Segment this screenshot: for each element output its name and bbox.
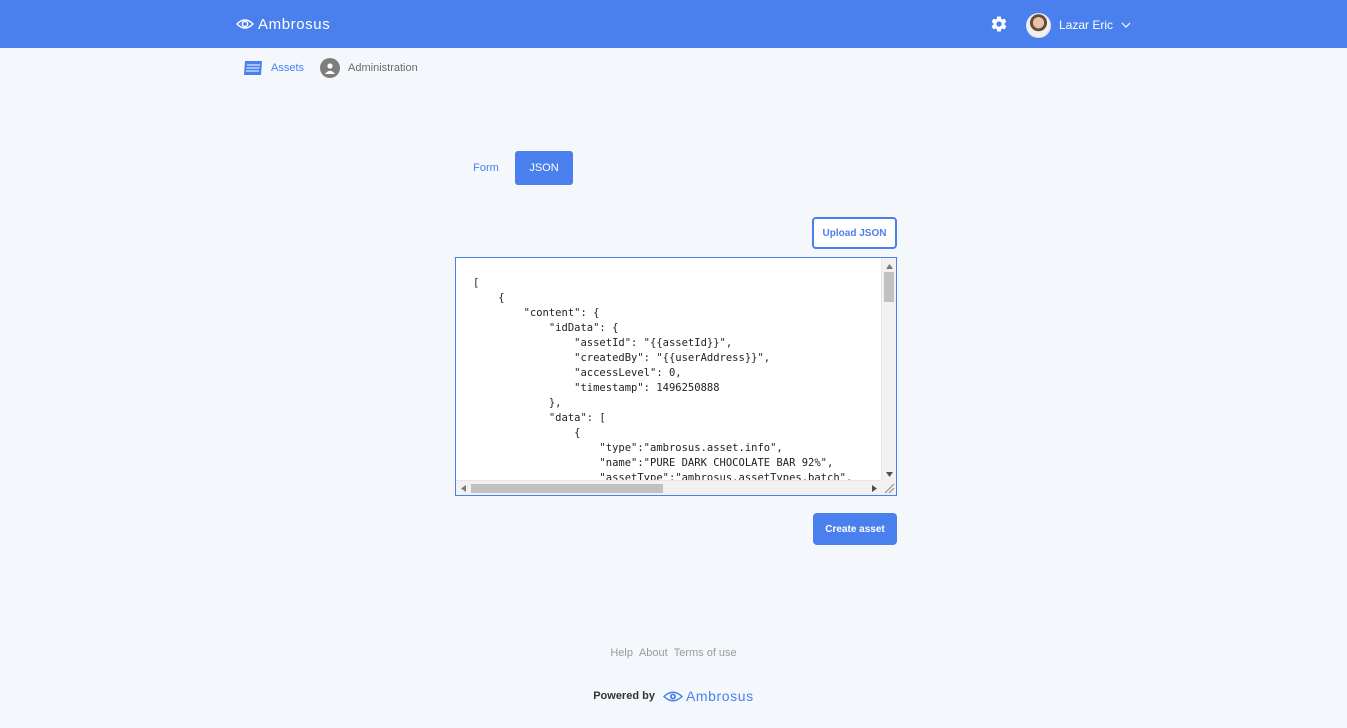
horizontal-scroll-thumb[interactable] bbox=[471, 484, 663, 493]
vertical-scrollbar[interactable] bbox=[881, 258, 896, 482]
scroll-up-icon[interactable] bbox=[882, 260, 896, 272]
ambrosus-logo[interactable]: Ambrosus bbox=[236, 14, 330, 34]
scroll-down-icon[interactable] bbox=[882, 468, 896, 480]
user-menu[interactable]: Lazar Eric bbox=[1026, 12, 1131, 38]
scroll-left-icon[interactable] bbox=[456, 482, 471, 494]
vertical-scroll-thumb[interactable] bbox=[884, 272, 894, 302]
footer-links: Help About Terms of use bbox=[0, 647, 1347, 663]
powered-by-label: Powered by bbox=[593, 690, 655, 702]
chevron-down-icon bbox=[1121, 20, 1131, 30]
json-editor[interactable]: [ { "content": { "idData": { "assetId": … bbox=[455, 257, 897, 496]
horizontal-scrollbar[interactable] bbox=[456, 480, 882, 495]
resize-handle-icon[interactable] bbox=[881, 480, 896, 495]
top-bar: Ambrosus Lazar Eric bbox=[0, 0, 1347, 48]
user-name: Lazar Eric bbox=[1059, 18, 1114, 32]
assets-icon bbox=[244, 61, 262, 75]
nav-item-administration[interactable]: Administration bbox=[320, 58, 418, 78]
tab-json[interactable]: JSON bbox=[515, 151, 573, 185]
avatar bbox=[1026, 12, 1051, 38]
eye-icon bbox=[662, 691, 683, 701]
upload-json-button[interactable]: Upload JSON bbox=[812, 217, 897, 249]
powered-logo-text: Ambrosus bbox=[685, 688, 754, 704]
powered-by-logo[interactable]: Ambrosus bbox=[662, 688, 754, 704]
scroll-right-icon[interactable] bbox=[867, 482, 882, 494]
settings-button[interactable] bbox=[989, 14, 1009, 34]
nav-assets-label: Assets bbox=[271, 62, 305, 74]
footer-link-about[interactable]: About bbox=[639, 647, 668, 663]
logo-text: Ambrosus bbox=[258, 15, 331, 33]
tab-form[interactable]: Form bbox=[466, 158, 506, 178]
json-textarea[interactable]: [ { "content": { "idData": { "assetId": … bbox=[473, 276, 879, 481]
gear-icon bbox=[991, 16, 1007, 32]
nav-administration-label: Administration bbox=[348, 62, 418, 74]
user-icon bbox=[320, 58, 341, 78]
secondary-nav: Assets Administration bbox=[243, 57, 418, 79]
eye-icon bbox=[236, 19, 254, 29]
footer-link-help[interactable]: Help bbox=[610, 647, 633, 663]
create-asset-button[interactable]: Create asset bbox=[813, 513, 897, 545]
footer-link-terms[interactable]: Terms of use bbox=[674, 647, 737, 663]
powered-by: Powered by Ambrosus bbox=[0, 686, 1347, 706]
nav-item-assets[interactable]: Assets bbox=[243, 60, 304, 76]
